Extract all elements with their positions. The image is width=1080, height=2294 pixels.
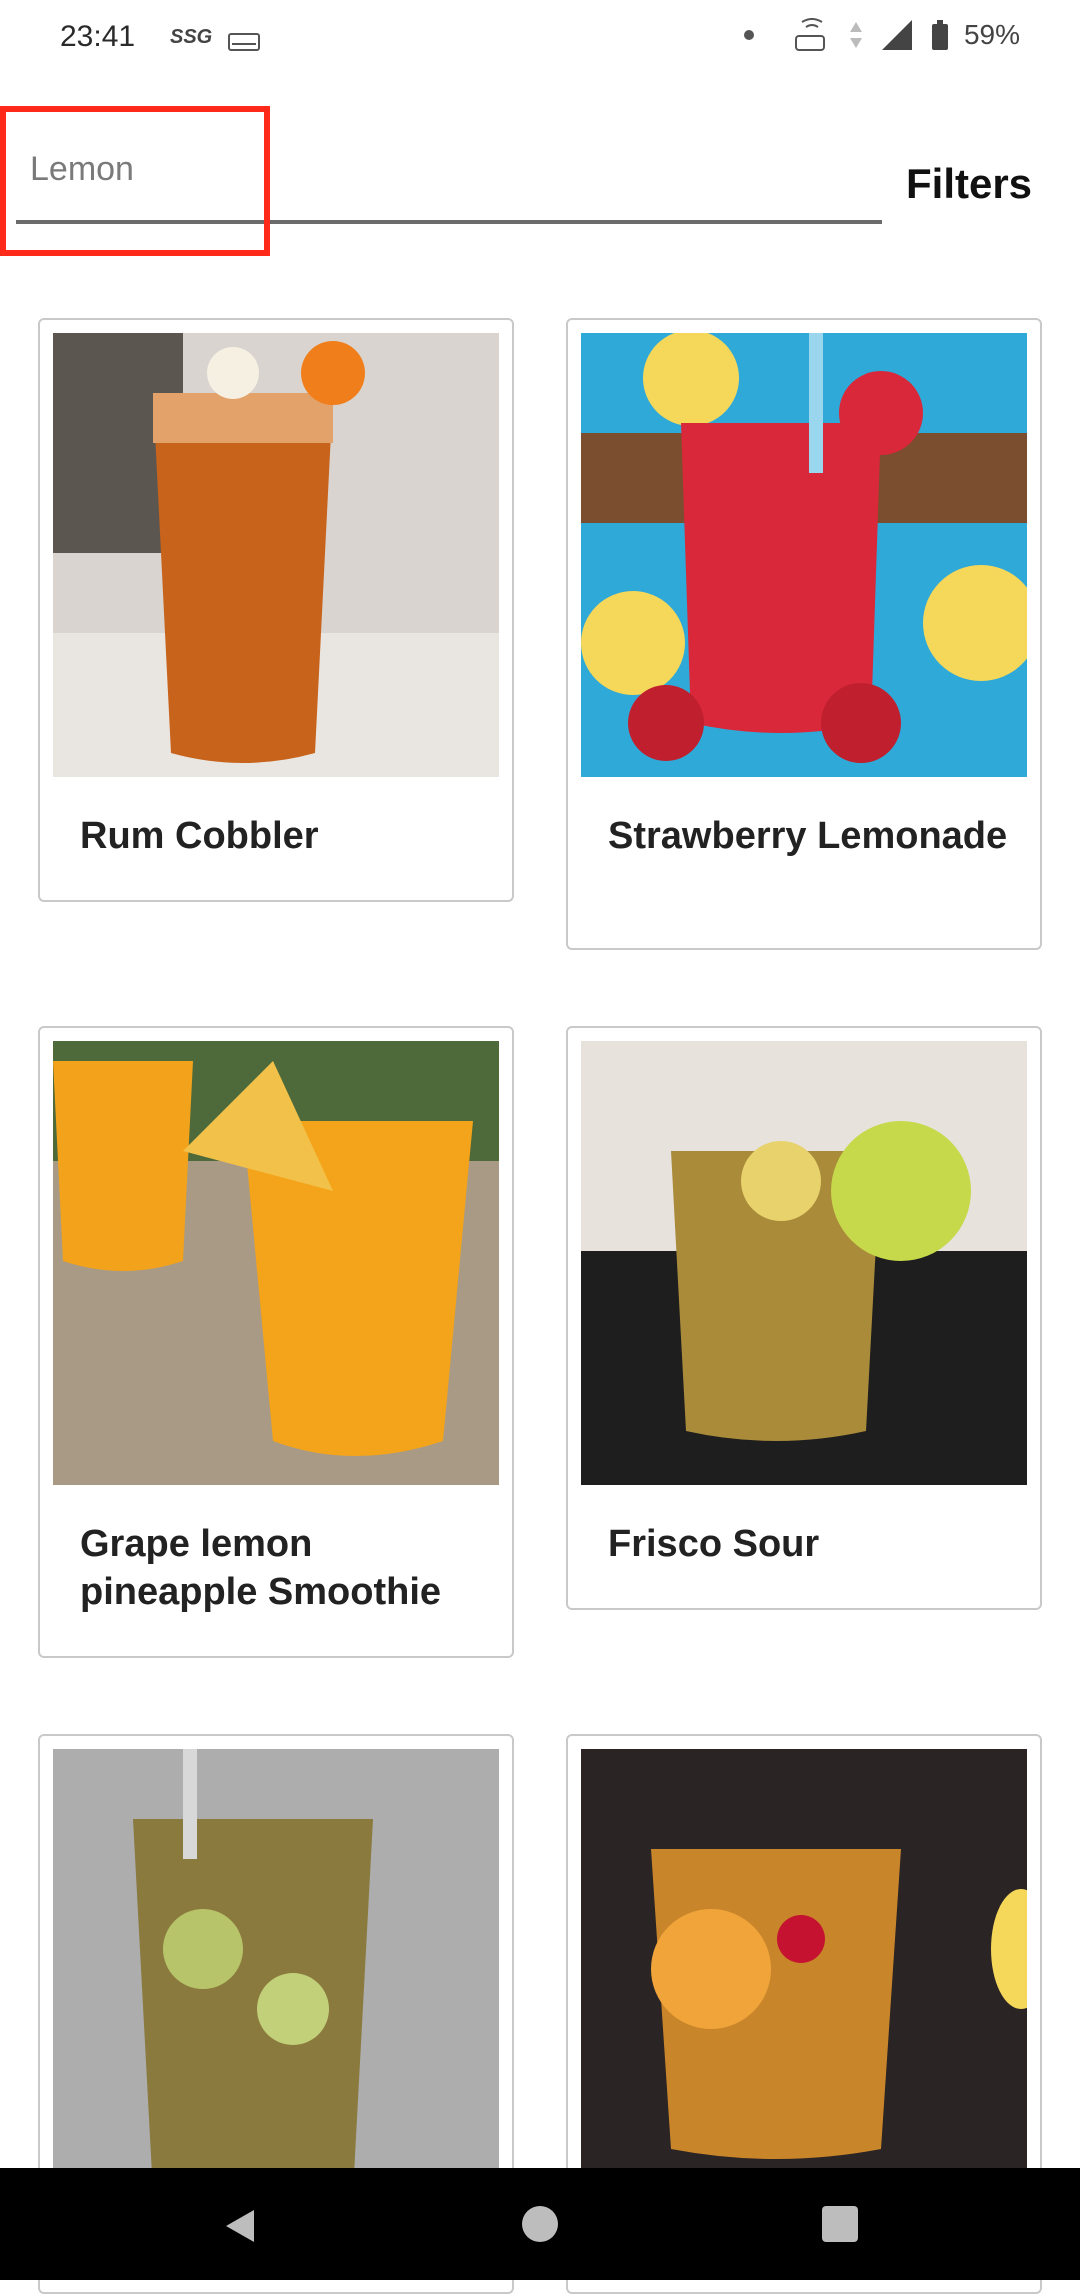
cocktail-image <box>53 333 499 777</box>
cocktail-image <box>581 1041 1027 1485</box>
cocktail-title: Frisco Sour <box>608 1523 820 1565</box>
notification-dot-icon <box>743 30 754 40</box>
cocktail-card-strawberry-lemonade[interactable]: Strawberry Lemonade <box>566 318 1042 950</box>
cocktail-image <box>581 1749 1027 2193</box>
status-time: 23:41 <box>60 20 136 53</box>
home-icon[interactable] <box>522 2206 558 2242</box>
back-icon[interactable] <box>220 2206 260 2246</box>
cocktail-title: Strawberry Lemonade <box>608 815 1008 857</box>
filters-button[interactable]: Filters <box>906 160 1032 208</box>
cocktail-card-grape-lemon-pineapple-smoothie[interactable]: Grape lemon pineapple Smoothie <box>38 1026 514 1658</box>
cocktail-image <box>53 1041 499 1485</box>
battery-percent: 59% <box>963 19 1020 50</box>
data-arrows-icon <box>849 22 862 48</box>
ssg-icon: SSG <box>170 26 213 48</box>
battery-icon <box>931 20 948 50</box>
cocktail-image <box>53 1749 499 2193</box>
signal-icon <box>881 20 912 50</box>
cocktail-title: Grape lemon pineapple Smoothie <box>80 1523 442 1613</box>
status-bar: 23:41 SSG 59% <box>0 0 1080 76</box>
amazon-icon <box>228 33 260 51</box>
highlight-box <box>0 106 270 256</box>
cocktail-image <box>581 333 1027 777</box>
cocktail-card-rum-cobbler[interactable]: Rum Cobbler <box>38 318 514 902</box>
volte-icon <box>794 18 825 51</box>
recent-apps-icon[interactable] <box>822 2206 858 2242</box>
cocktail-title: Rum Cobbler <box>80 815 319 857</box>
navigation-bar <box>0 2168 1080 2280</box>
cocktail-card-frisco-sour[interactable]: Frisco Sour <box>566 1026 1042 1610</box>
